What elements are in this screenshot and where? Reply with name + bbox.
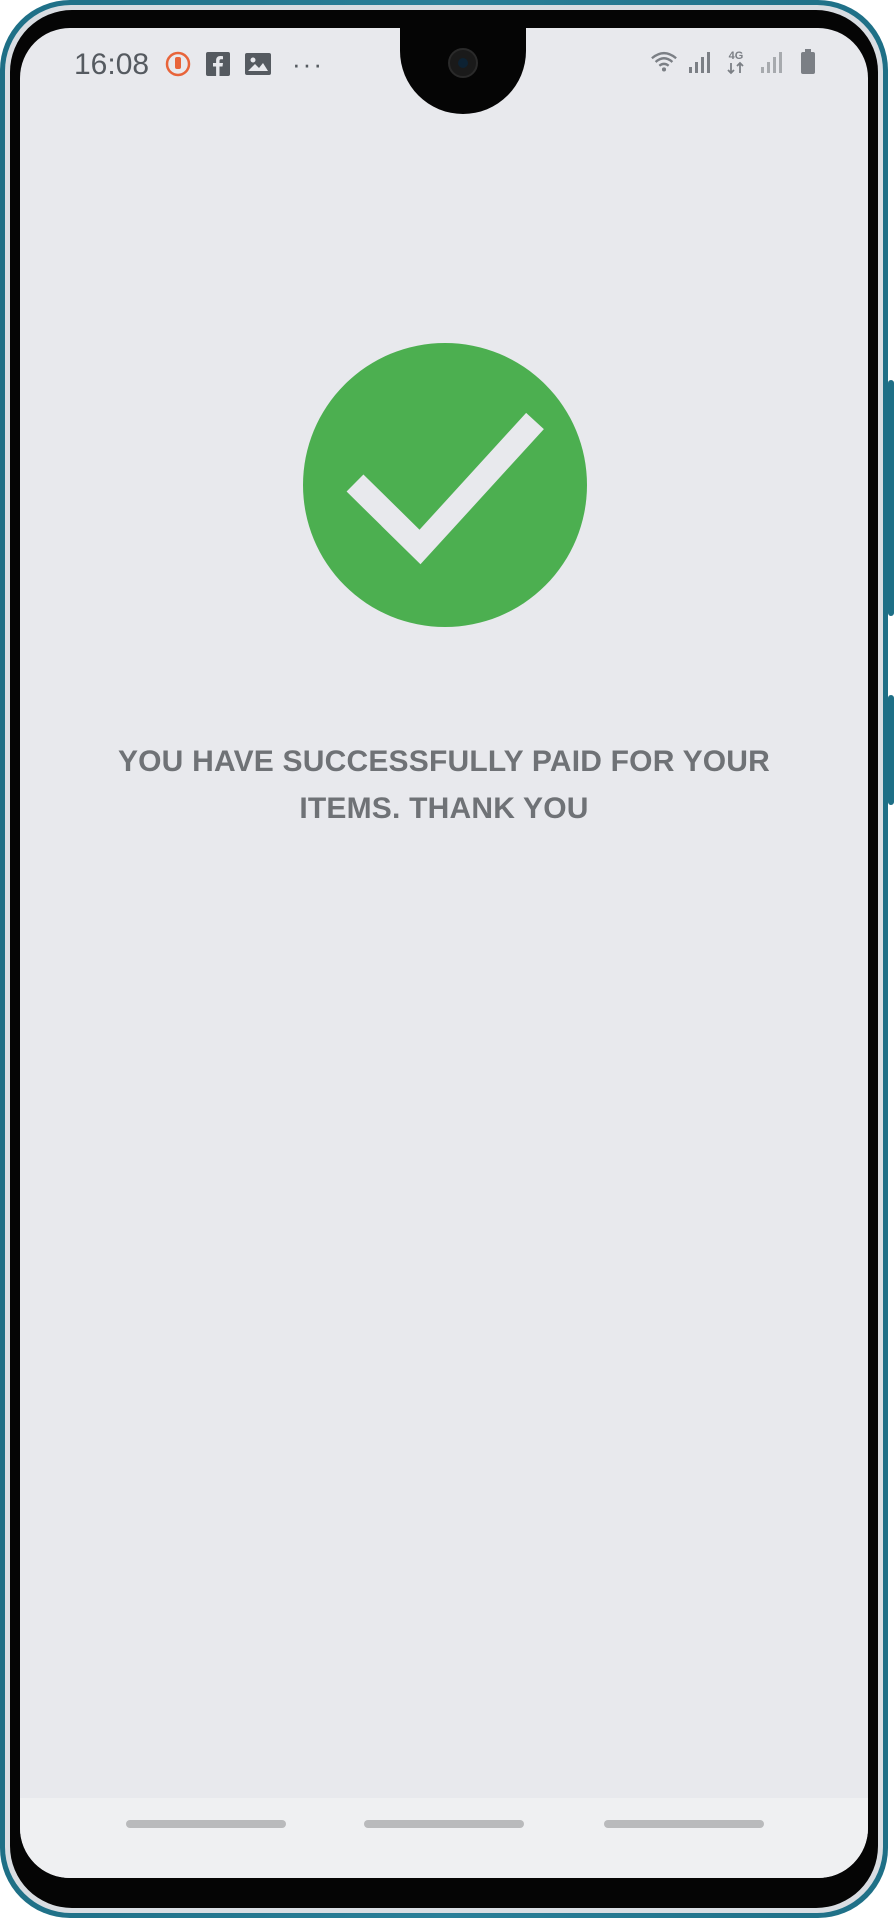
check-circle-icon — [346, 412, 544, 565]
payment-success-message: YOU HAVE SUCCESSFULLY PAID FOR YOUR ITEM… — [117, 745, 771, 825]
screen: 16:08 ··· 4G YOU HAVE SUCCESSFULLY PAID … — [20, 28, 868, 1878]
more-notifications-icon: ··· — [292, 49, 324, 79]
system-icons: 4G — [650, 48, 822, 76]
notification-icons: ··· — [164, 50, 324, 78]
front-camera — [448, 48, 478, 78]
status-time: 16:08 — [74, 48, 150, 81]
success-check-circle — [303, 343, 587, 627]
device-mockup: 16:08 ··· 4G YOU HAVE SUCCESSFULLY PAID … — [0, 0, 894, 1920]
home-button[interactable] — [364, 1820, 524, 1828]
recent-apps-button[interactable] — [126, 1820, 286, 1828]
volume-button — [888, 380, 894, 616]
4g-icon: 4G — [722, 48, 750, 76]
stopwatch-notification-icon — [164, 50, 192, 78]
wifi-icon — [650, 48, 678, 76]
battery-icon — [794, 48, 822, 76]
network-type-label: 4G — [729, 50, 744, 62]
gallery-icon — [244, 50, 272, 78]
navigation-bar — [20, 1798, 868, 1878]
signal-2-icon — [758, 48, 786, 76]
power-button — [888, 695, 894, 805]
facebook-icon — [204, 50, 232, 78]
signal-icon — [686, 48, 714, 76]
back-button[interactable] — [604, 1820, 764, 1828]
